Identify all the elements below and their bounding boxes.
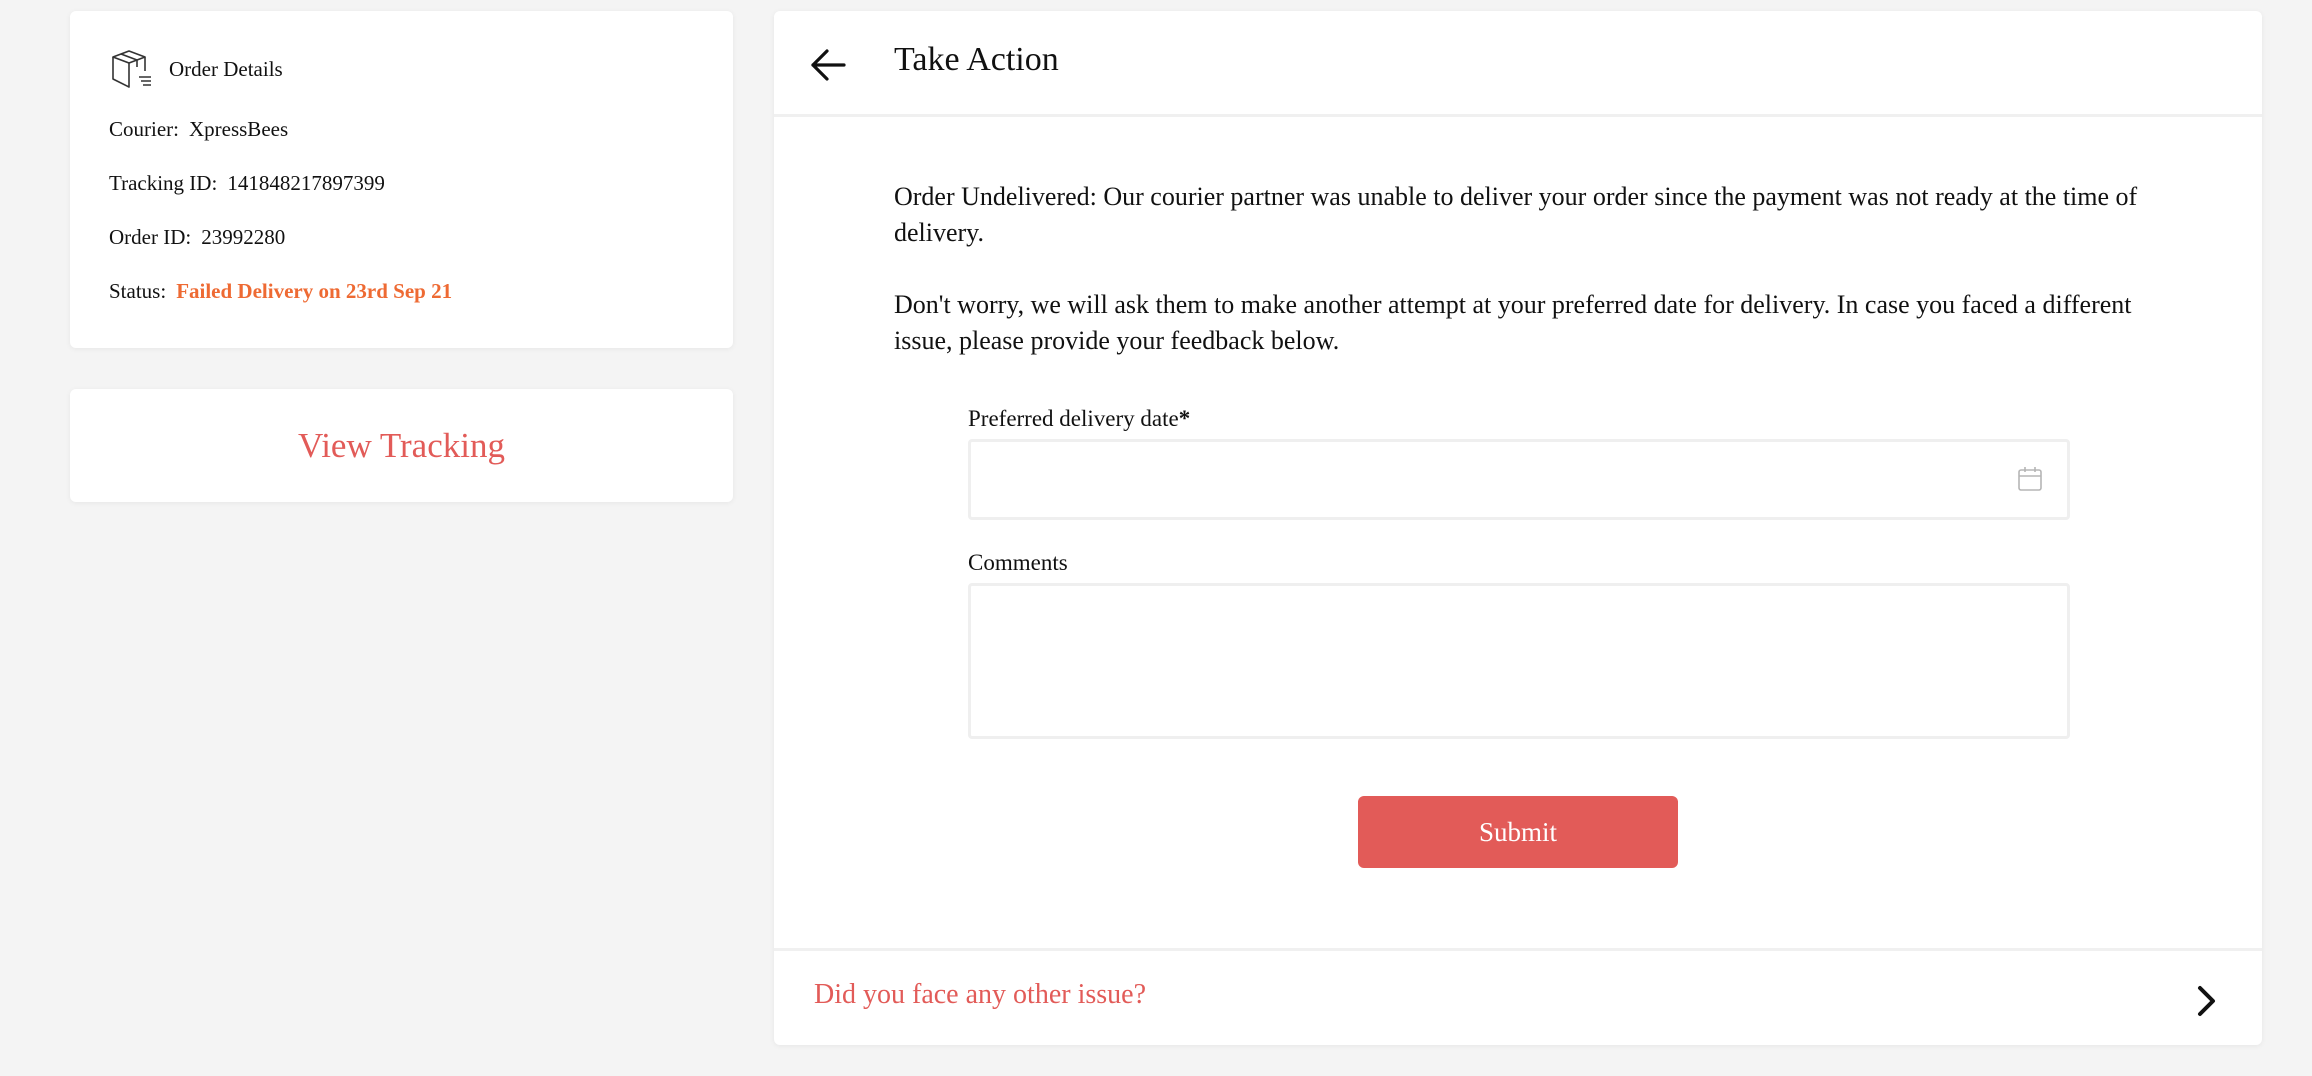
undelivered-message: Order Undelivered: Our courier partner w…: [894, 182, 2138, 247]
other-issue-text: Did you face any other issue?: [814, 979, 1146, 1010]
status-label: Status:: [109, 279, 167, 303]
take-action-panel: Take Action Order Undelivered: Our couri…: [774, 11, 2262, 1045]
preferred-date-label-text: Preferred delivery date: [968, 406, 1179, 431]
order-details-header: Order Details: [109, 47, 283, 91]
page-title: Take Action: [894, 41, 1059, 78]
submit-label: Submit: [1478, 816, 1558, 847]
tracking-id-value: 141848217897399: [227, 171, 385, 195]
status-badge: Failed Delivery on 23rd Sep 21: [176, 279, 453, 303]
preferred-date-label: Preferred delivery date*: [968, 406, 1190, 432]
view-tracking-button[interactable]: View Tracking: [70, 389, 733, 502]
courier-row: Courier: XpressBees: [109, 117, 288, 142]
order-details-title: Order Details: [169, 56, 283, 81]
chevron-right-icon[interactable]: [2192, 983, 2220, 1019]
other-issue-link[interactable]: Did you face any other issue?: [774, 948, 2262, 1048]
order-id-label: Order ID:: [109, 225, 192, 249]
courier-label: Courier:: [109, 117, 179, 141]
tracking-id-label: Tracking ID:: [109, 171, 218, 195]
courier-value: XpressBees: [188, 117, 289, 141]
view-tracking-label: View Tracking: [298, 425, 505, 465]
required-mark: *: [1178, 406, 1191, 431]
arrow-left-icon[interactable]: [808, 45, 848, 85]
package-icon: [109, 47, 153, 91]
tracking-id-row: Tracking ID: 141848217897399: [109, 171, 385, 196]
preferred-date-input[interactable]: [968, 439, 2070, 520]
comments-label: Comments: [968, 550, 1068, 575]
calendar-icon[interactable]: [2017, 466, 2043, 492]
order-id-row: Order ID: 23992280: [109, 225, 285, 250]
submit-button[interactable]: Submit: [1358, 796, 1678, 868]
take-action-header: Take Action: [774, 11, 2262, 117]
order-id-value: 23992280: [201, 225, 286, 249]
comments-field[interactable]: [968, 583, 2070, 739]
order-details-card: Order Details Courier: XpressBees Trackin…: [70, 11, 733, 348]
status-row: Status: Failed Delivery on 23rd Sep 21: [109, 279, 452, 304]
reattempt-message: Don't worry, we will ask them to make an…: [894, 290, 2132, 355]
